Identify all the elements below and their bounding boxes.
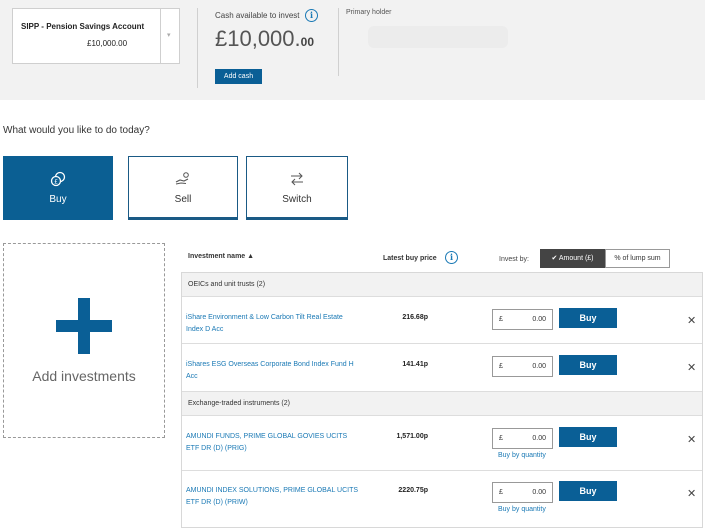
column-header-latest-buy-price: Latest buy price [383, 255, 437, 262]
amount-input[interactable]: £ 0.00 [492, 309, 553, 330]
divider [197, 8, 198, 88]
svg-text:£: £ [54, 179, 58, 186]
info-icon[interactable]: i [445, 251, 458, 264]
plus-icon-bar [56, 320, 112, 332]
account-selector[interactable]: SIPP - Pension Savings Account £10,000.0… [12, 8, 180, 64]
buy-by-quantity-link[interactable]: Buy by quantity [498, 506, 546, 513]
column-header-investment-name[interactable]: Investment name ▲ [188, 253, 254, 260]
currency-symbol: £ [499, 435, 503, 442]
buy-price: 141.41p [402, 361, 428, 368]
amount-value: 0.00 [532, 435, 546, 442]
table-row: iShare Environment & Low Carbon Tilt Rea… [182, 297, 702, 344]
investment-name-link[interactable]: AMUNDI INDEX SOLUTIONS, PRIME GLOBAL UCI… [186, 485, 361, 509]
buy-button[interactable]: Buy [559, 427, 617, 447]
investment-name-label: Investment name [188, 253, 246, 260]
close-icon[interactable]: ✕ [687, 433, 696, 446]
buy-price: 216.68p [402, 314, 428, 321]
buy-action-label: Buy [49, 194, 67, 205]
primary-holder-label: Primary holder [346, 9, 392, 16]
switch-arrows-icon [247, 171, 347, 187]
add-investments-label: Add investments [32, 368, 136, 384]
investment-name-link[interactable]: iShare Environment & Low Carbon Tilt Rea… [186, 312, 361, 336]
table-row: AMUNDI INDEX SOLUTIONS, PRIME GLOBAL UCI… [182, 471, 702, 527]
account-name: SIPP - Pension Savings Account [21, 22, 145, 31]
investments-table: OEICs and unit trusts (2) iShare Environ… [181, 272, 703, 528]
cash-amount-pence: 00 [300, 35, 314, 49]
selector-divider [160, 9, 161, 63]
toggle-amount[interactable]: ✔ Amount (£) [540, 249, 605, 268]
currency-symbol: £ [499, 489, 503, 496]
sell-action-label: Sell [174, 194, 192, 205]
group-header-oeics: OEICs and unit trusts (2) [182, 273, 702, 297]
primary-holder-name-redacted [368, 26, 508, 48]
buy-button[interactable]: Buy [559, 481, 617, 501]
sell-action-button[interactable]: Sell [128, 156, 238, 220]
currency-symbol: £ [499, 316, 503, 323]
buy-price: 2220.75p [398, 487, 428, 494]
table-row: AMUNDI FUNDS, PRIME GLOBAL GOVIES UCITS … [182, 416, 702, 471]
page-question: What would you like to do today? [3, 125, 150, 136]
buy-action-button[interactable]: £ Buy [3, 156, 113, 220]
cash-available-label: Cash available to invest [215, 11, 300, 20]
divider [338, 8, 339, 76]
currency-symbol: £ [499, 363, 503, 370]
invest-by-label: Invest by: [499, 256, 529, 263]
investment-name-link[interactable]: AMUNDI FUNDS, PRIME GLOBAL GOVIES UCITS … [186, 431, 361, 455]
amount-value: 0.00 [532, 489, 546, 496]
account-balance: £10,000.00 [87, 39, 128, 48]
amount-input[interactable]: £ 0.00 [492, 356, 553, 377]
buy-by-quantity-link[interactable]: Buy by quantity [498, 452, 546, 459]
amount-value: 0.00 [532, 316, 546, 323]
close-icon[interactable]: ✕ [687, 361, 696, 374]
close-icon[interactable]: ✕ [687, 314, 696, 327]
table-row: iShares ESG Overseas Corporate Bond Inde… [182, 344, 702, 392]
close-icon[interactable]: ✕ [687, 487, 696, 500]
sort-ascending-icon: ▲ [247, 253, 255, 260]
add-investments-card[interactable]: Add investments [3, 243, 165, 438]
add-cash-button[interactable]: Add cash [215, 69, 262, 84]
amount-value: 0.00 [532, 363, 546, 370]
cash-amount-main: £10,000. [215, 26, 301, 51]
hand-coins-icon [129, 171, 237, 187]
chevron-down-icon[interactable]: ▾ [167, 31, 171, 39]
buy-price: 1,571.00p [396, 433, 428, 440]
investment-name-link[interactable]: iShares ESG Overseas Corporate Bond Inde… [186, 359, 361, 383]
amount-input[interactable]: £ 0.00 [492, 428, 553, 449]
cash-available-amount: £10,000.00 [215, 26, 314, 52]
switch-action-label: Switch [282, 194, 312, 205]
buy-button[interactable]: Buy [559, 355, 617, 375]
buy-button[interactable]: Buy [559, 308, 617, 328]
toggle-percent-lump-sum[interactable]: % of lump sum [605, 249, 670, 268]
switch-action-button[interactable]: Switch [246, 156, 348, 220]
group-header-exchange-traded: Exchange-traded instruments (2) [182, 392, 702, 416]
amount-input[interactable]: £ 0.00 [492, 482, 553, 503]
coins-icon: £ [4, 171, 112, 187]
info-icon[interactable]: i [305, 9, 318, 22]
